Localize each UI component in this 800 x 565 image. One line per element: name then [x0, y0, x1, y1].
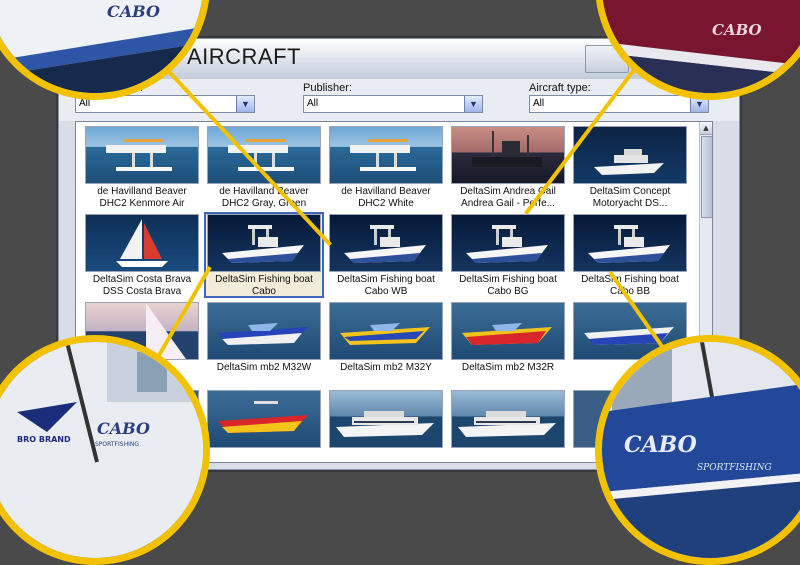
hull-subtext: SPORTFISHING [95, 441, 139, 448]
hull-closeup-blue: CABO SPORTFISHING [602, 342, 800, 558]
aircraft-caption: DeltaSim Fishing boat Cabo [215, 274, 313, 297]
aircraft-caption: de Havilland Beaver DHC2 Gray, Green [219, 186, 309, 209]
publisher-select[interactable]: All ▼ [303, 95, 483, 113]
aircraft-caption: DeltaSim mb2 M32R [461, 362, 555, 373]
aircraft-tile[interactable] [328, 390, 444, 462]
aircraft-thumbnail [329, 126, 443, 184]
aircraft-thumbnail [451, 214, 565, 272]
aircraft-type-select[interactable]: All ▼ [529, 95, 709, 113]
aircraft-tile[interactable]: DeltaSim Andrea Gail Andrea Gail - Perfe… [450, 126, 566, 209]
aircraft-thumbnail [329, 302, 443, 360]
aircraft-thumbnail [85, 214, 199, 272]
dialog-title: AIRCRAFT [187, 44, 301, 69]
chevron-down-icon[interactable]: ▼ [464, 96, 482, 112]
aircraft-tile[interactable]: de Havilland Beaver DHC2 Gray, Green [206, 126, 322, 209]
scrollbar-thumb[interactable] [701, 136, 712, 218]
aircraft-caption: DeltaSim Andrea Gail Andrea Gail - Perfe… [460, 186, 556, 209]
aircraft-tile[interactable]: DeltaSim Costa Brava DSS Costa Brava [84, 214, 200, 297]
aircraft-caption: DeltaSim Costa Brava DSS Costa Brava [92, 274, 192, 297]
aircraft-caption: de Havilland Beaver DHC2 White [341, 186, 431, 209]
hull-subtext: SPORTFISHING [697, 463, 772, 473]
chevron-down-icon[interactable]: ▼ [236, 96, 254, 112]
logo-text: BRO BRAND [17, 435, 71, 444]
aircraft-caption: DeltaSim mb2 M32Y [340, 362, 432, 373]
aircraft-caption: de Havilland Beaver DHC2 Kenmore Air [97, 186, 187, 209]
aircraft-thumbnail [451, 126, 565, 184]
aircraft-tile[interactable]: DeltaSim Fishing boat Cabo [204, 212, 324, 298]
hull-text: CABO [624, 432, 697, 458]
aircraft-caption: DeltaSim mb2 M32W [216, 362, 312, 373]
aircraft-tile[interactable]: de Havilland Beaver DHC2 Kenmore Air [84, 126, 200, 209]
aircraft-thumbnail [207, 302, 321, 360]
aircraft-tile[interactable]: DeltaSim Fishing boat Cabo WB [328, 214, 444, 297]
aircraft-thumbnail [451, 390, 565, 448]
aircraft-thumbnail [451, 302, 565, 360]
publisher-filter: Publisher: All ▼ [303, 81, 483, 113]
aircraft-thumbnail [573, 126, 687, 184]
aircraft-thumbnail [207, 214, 321, 272]
hull-text: CABO [107, 2, 160, 21]
aircraft-thumbnail [207, 390, 321, 448]
hull-text: CABO [97, 419, 150, 438]
aircraft-caption: DeltaSim Fishing boat Cabo WB [337, 274, 435, 297]
aircraft-tile[interactable]: de Havilland Beaver DHC2 White [328, 126, 444, 209]
aircraft-tile[interactable]: DeltaSim mb2 M32Y [328, 302, 444, 384]
aircraft-tile[interactable]: DeltaSim mb2 M32W [206, 302, 322, 384]
aircraft-thumbnail [85, 126, 199, 184]
hull-closeup-logo: BRO BRAND CABO SPORTFISHING [0, 342, 203, 558]
publisher-label: Publisher: [303, 82, 352, 94]
scroll-up-icon[interactable]: ▲ [700, 122, 712, 135]
aircraft-tile[interactable] [450, 390, 566, 462]
aircraft-type-value: All [533, 98, 545, 109]
aircraft-tile[interactable]: DeltaSim Concept Motoryacht DS... [572, 126, 688, 209]
hull-text: CABO [712, 21, 762, 39]
filter-bar: Manufacturer: All ▼ Publisher: All ▼ Air… [59, 79, 739, 121]
aircraft-caption: DeltaSim Concept Motoryacht DS... [589, 186, 671, 209]
aircraft-thumbnail [329, 214, 443, 272]
aircraft-thumbnail [329, 390, 443, 448]
aircraft-tile[interactable]: DeltaSim Fishing boat Cabo BG [450, 214, 566, 297]
aircraft-tile[interactable]: DeltaSim Fishing boat Cabo BB [572, 214, 688, 297]
aircraft-tile[interactable] [206, 390, 322, 462]
aircraft-thumbnail [573, 214, 687, 272]
aircraft-caption: DeltaSim Fishing boat Cabo BB [581, 274, 679, 297]
aircraft-caption: DeltaSim Fishing boat Cabo BG [459, 274, 557, 297]
aircraft-tile[interactable]: DeltaSim mb2 M32R [450, 302, 566, 384]
publisher-value: All [307, 98, 319, 109]
